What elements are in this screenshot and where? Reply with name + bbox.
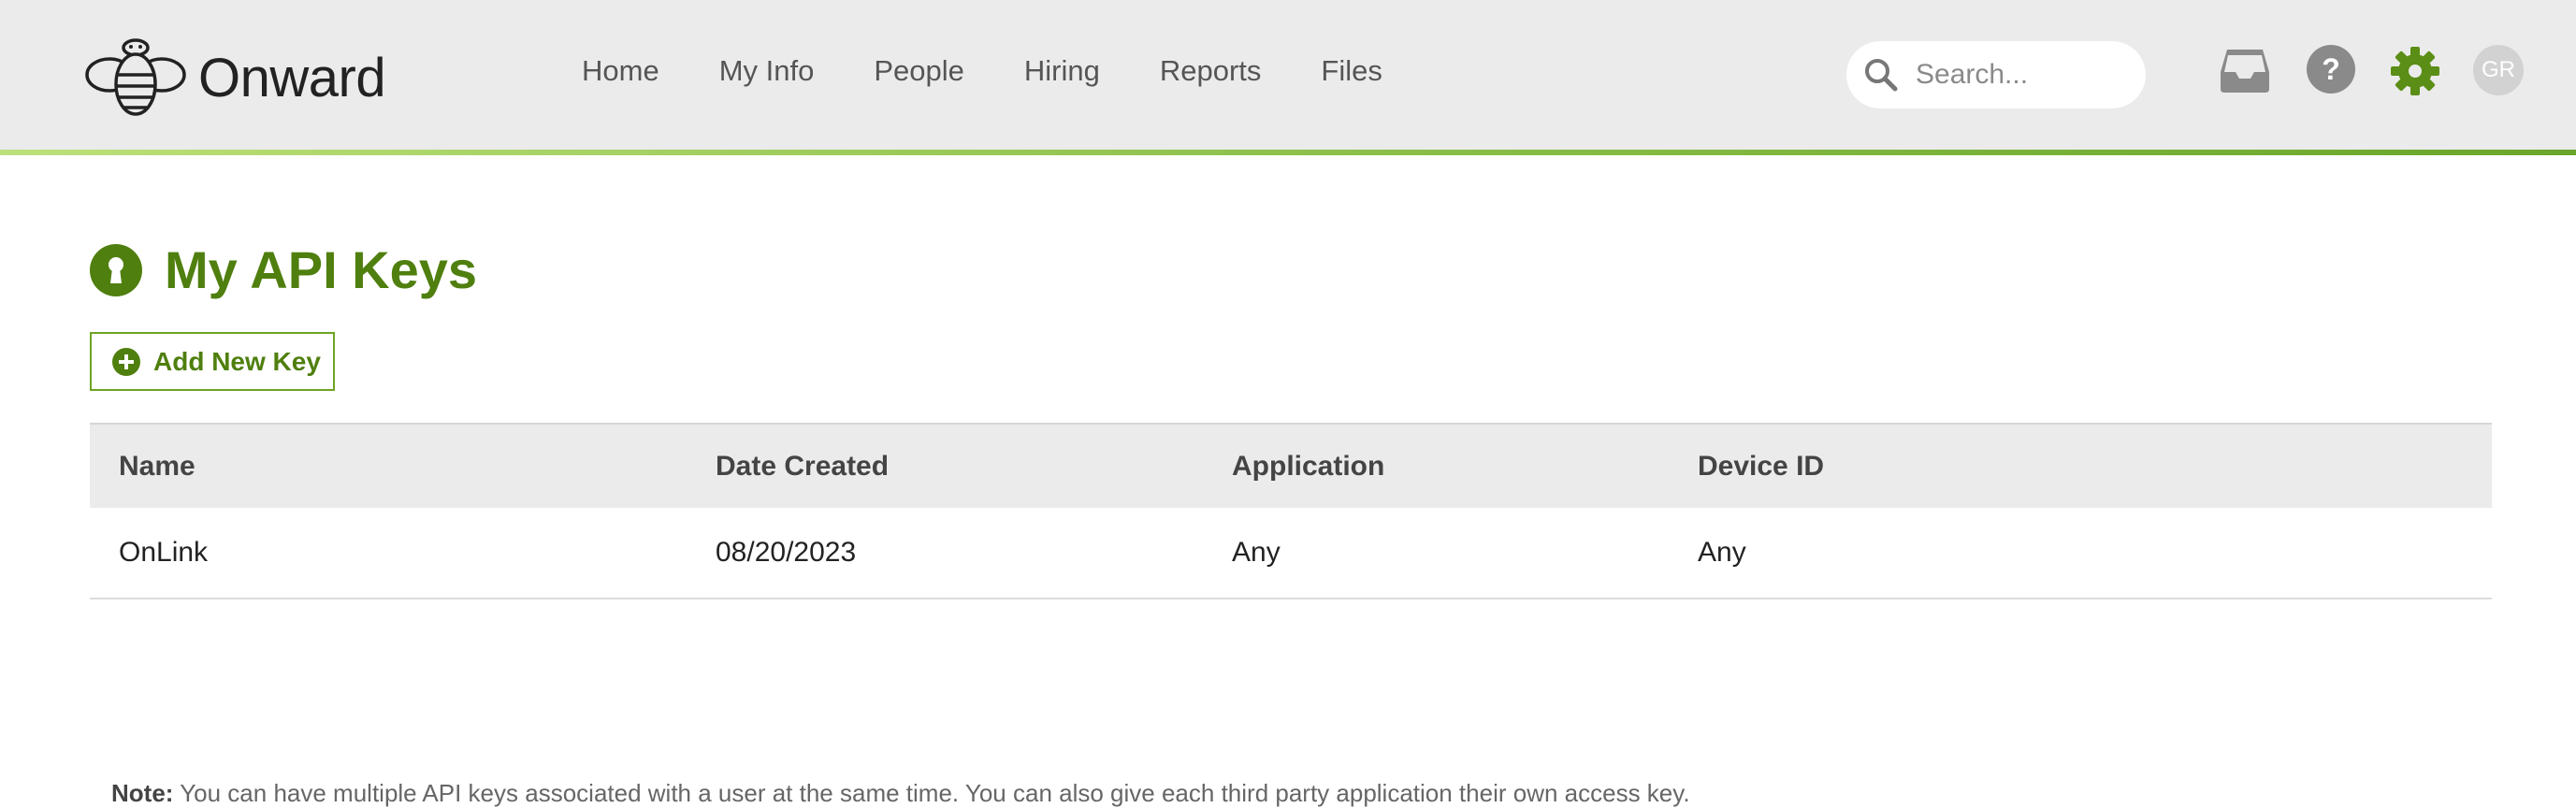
inbox-button[interactable]	[2219, 45, 2271, 97]
nav-reports[interactable]: Reports	[1160, 54, 1262, 88]
nav-people[interactable]: People	[874, 54, 964, 88]
keyhole-icon	[90, 243, 142, 296]
column-header-device-id[interactable]: Device ID	[1698, 424, 2492, 508]
add-new-key-label: Add New Key	[153, 346, 321, 376]
column-header-date-created[interactable]: Date Created	[716, 424, 1232, 508]
user-avatar[interactable]: GR	[2473, 45, 2524, 95]
note-label: Note:	[111, 779, 174, 807]
search-input[interactable]	[1914, 58, 2123, 92]
brand-name: Onward	[198, 47, 386, 108]
settings-button[interactable]	[2389, 45, 2441, 97]
add-new-key-button[interactable]: Add New Key	[90, 332, 335, 391]
nav-my-info[interactable]: My Info	[719, 54, 815, 88]
page-title: My API Keys	[165, 240, 478, 299]
table-header-row: Name Date Created Application Device ID	[90, 424, 2492, 508]
bee-logo-icon	[85, 38, 186, 116]
cell-device-id: Any	[1698, 537, 1746, 568]
cell-date-created: 08/20/2023	[716, 537, 857, 568]
nav-home[interactable]: Home	[582, 54, 659, 88]
note-text: You can have multiple API keys associate…	[180, 779, 1690, 807]
search-icon	[1865, 59, 1898, 92]
nav-files[interactable]: Files	[1321, 54, 1382, 88]
cell-application: Any	[1232, 537, 1281, 568]
footnote: Note: You can have multiple API keys ass…	[111, 779, 1690, 808]
main-nav: Home My Info People Hiring Reports Files	[582, 54, 1442, 88]
avatar-initials: GR	[2482, 57, 2515, 82]
header-accent-bar	[0, 150, 2576, 155]
cell-name: OnLink	[119, 537, 209, 568]
top-header: Onward Home My Info People Hiring Report…	[0, 0, 2576, 150]
question-mark-icon: ?	[2322, 51, 2340, 86]
search-box[interactable]	[1846, 41, 2146, 108]
table-row[interactable]: OnLink 08/20/2023 Any Any	[90, 508, 2492, 599]
api-keys-table: Name Date Created Application Device ID …	[90, 423, 2492, 599]
plus-circle-icon	[112, 347, 140, 376]
help-button[interactable]: ?	[2307, 45, 2355, 94]
page-title-row: My API Keys	[90, 239, 477, 300]
nav-hiring[interactable]: Hiring	[1024, 54, 1100, 88]
brand-logo[interactable]: Onward	[84, 37, 386, 118]
column-header-application[interactable]: Application	[1232, 424, 1698, 508]
inbox-tray-icon	[2221, 50, 2269, 93]
column-header-name[interactable]: Name	[90, 424, 716, 508]
gear-icon	[2391, 47, 2439, 95]
